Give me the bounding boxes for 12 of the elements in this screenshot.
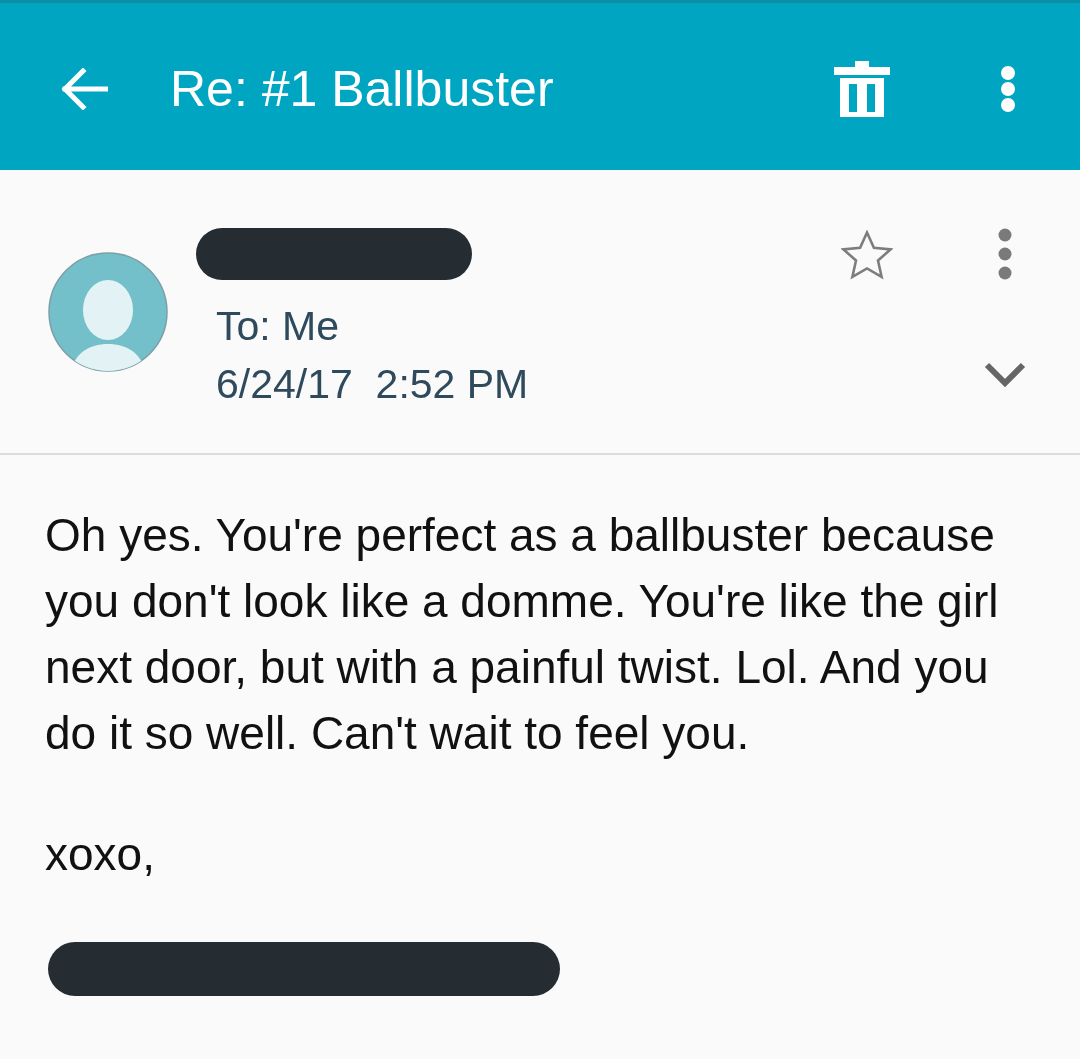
more-vert-icon[interactable] — [998, 228, 1012, 280]
star-icon[interactable] — [841, 230, 893, 280]
back-arrow-icon[interactable] — [60, 67, 108, 110]
message-paragraph: Oh yes. You're perfect as a ballbuster because you don't look like a domme. You're like the girl next door, but with a painful twist. Lol. And you do it so well. Can't wait to feel you. — [45, 508, 1000, 761]
chevron-icon[interactable] — [984, 362, 1026, 388]
recipient-text: To: Me — [216, 302, 340, 351]
person-avatar-icon — [48, 252, 168, 372]
message-paragraph: xoxo, — [45, 827, 156, 882]
sent-date-text: 6/24/17 2:52 PM — [216, 360, 529, 409]
more-vert-icon[interactable] — [1000, 65, 1016, 112]
email-subject-title: Re: #1 Ballbuster — [170, 59, 554, 118]
trash-icon[interactable] — [834, 60, 890, 117]
